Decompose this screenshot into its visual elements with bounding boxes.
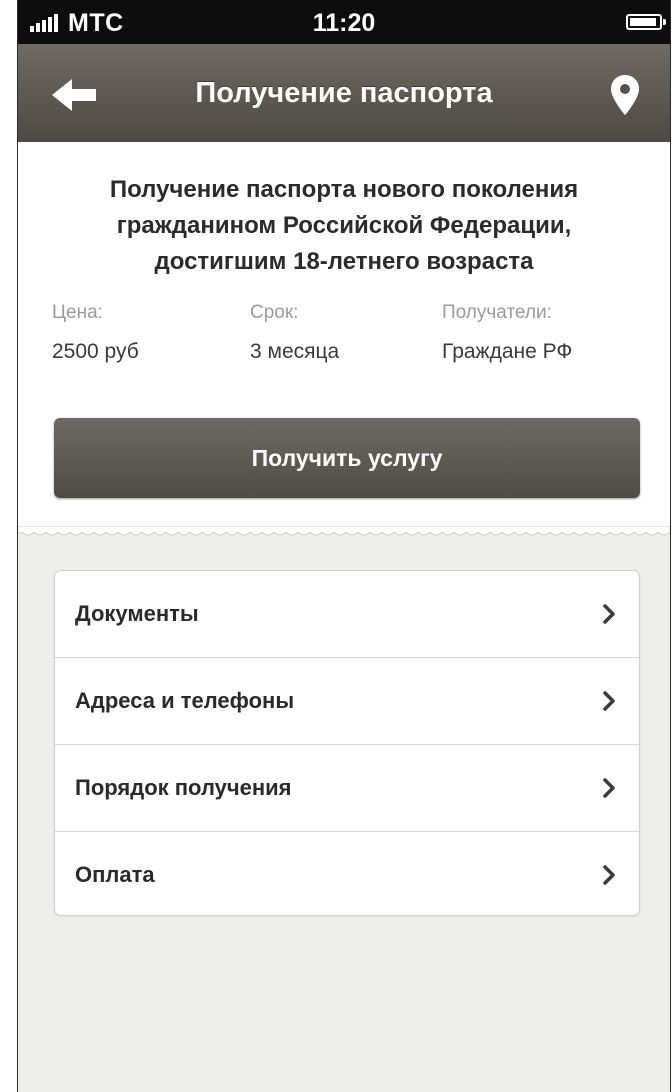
clock: 11:20: [312, 9, 376, 37]
list-item-label: Оплата: [75, 862, 155, 887]
recipients-value: Граждане РФ: [442, 340, 573, 363]
term-label: Срок:: [250, 302, 299, 323]
list-item-procedure[interactable]: Порядок получения: [55, 745, 639, 832]
term-value: 3 месяца: [250, 340, 340, 363]
list-item-label: Документы: [75, 601, 199, 626]
page-title: Получение паспорта: [195, 77, 493, 109]
battery-icon: [626, 14, 666, 30]
location-pin-icon: [611, 75, 639, 115]
list-item-label: Порядок получения: [75, 775, 292, 800]
location-button[interactable]: [610, 74, 640, 116]
price-label: Цена:: [52, 302, 103, 323]
get-service-button[interactable]: Получить услугу: [54, 418, 640, 498]
list-item-addresses[interactable]: Адреса и телефоны: [55, 658, 639, 745]
price-value: 2500 руб: [52, 340, 139, 363]
service-sections-list: Документы Адреса и телефоны Порядок полу…: [54, 570, 640, 916]
service-info-card: Получение паспорта нового поколения граж…: [18, 142, 670, 532]
status-bar: МТС 11:20: [18, 0, 670, 44]
price-block: Цена: 2500 руб: [52, 302, 139, 364]
recipients-block: Получатели: Граждане РФ: [442, 302, 572, 364]
phone-screen: МТС 11:20 Получение паспорта Получение п…: [18, 0, 670, 1092]
term-block: Срок: 3 месяца: [250, 302, 339, 364]
torn-edge-divider: [18, 526, 670, 536]
list-item-documents[interactable]: Документы: [55, 571, 639, 658]
chevron-right-icon: [603, 865, 615, 885]
list-item-label: Адреса и телефоны: [75, 688, 295, 713]
recipients-label: Получатели:: [442, 302, 552, 323]
chevron-right-icon: [603, 691, 615, 711]
list-item-payment[interactable]: Оплата: [55, 832, 639, 915]
chevron-right-icon: [603, 778, 615, 798]
service-headline: Получение паспорта нового поколения граж…: [109, 176, 579, 275]
chevron-right-icon: [603, 604, 615, 624]
navigation-bar: Получение паспорта: [18, 44, 670, 143]
